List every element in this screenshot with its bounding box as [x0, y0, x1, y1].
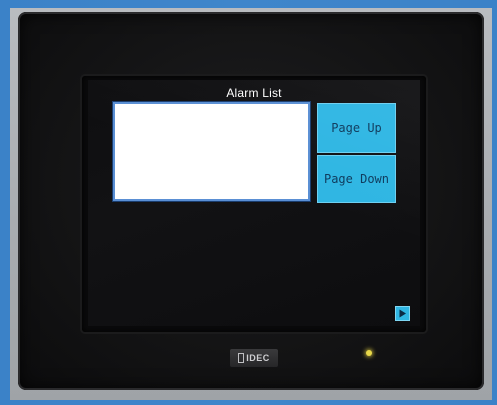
brand-logo: IDEC — [230, 349, 278, 367]
page-up-button[interactable]: Page Up — [317, 103, 396, 153]
page-down-button[interactable]: Page Down — [317, 155, 396, 203]
hmi-screen: Alarm List Page Up Page Down — [88, 80, 420, 326]
brand-text: IDEC — [246, 353, 270, 363]
status-led — [366, 350, 372, 356]
page-up-label: Page Up — [331, 121, 382, 135]
brand-mark-icon — [238, 353, 245, 363]
page-down-label: Page Down — [323, 172, 390, 186]
screen-title: Alarm List — [226, 86, 282, 100]
next-screen-button[interactable] — [395, 306, 410, 321]
alarm-list-box[interactable] — [113, 102, 310, 201]
play-right-icon — [399, 309, 406, 318]
